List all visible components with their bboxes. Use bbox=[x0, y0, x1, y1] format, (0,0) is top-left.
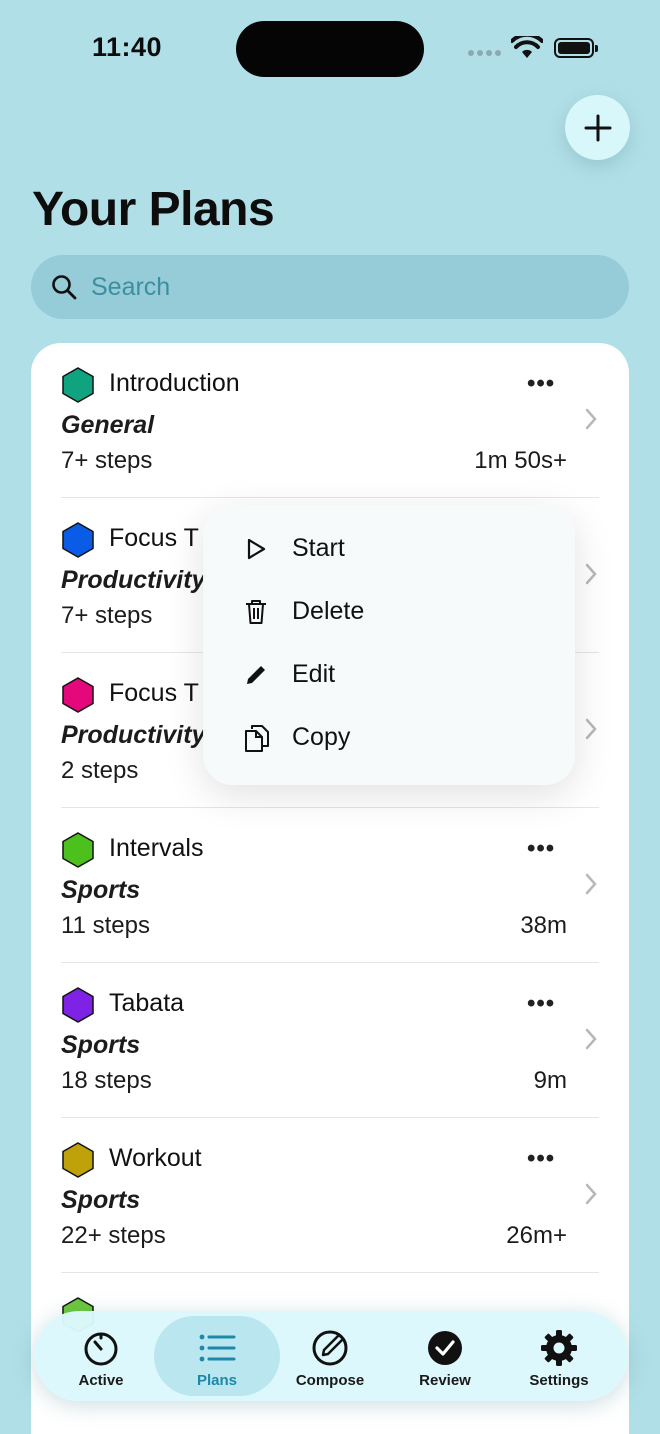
plan-name: Intervals bbox=[109, 834, 204, 862]
chevron-right-icon bbox=[585, 408, 597, 430]
tab-label: Plans bbox=[196, 1372, 238, 1389]
plan-category: Sports bbox=[61, 876, 141, 904]
hexagon-icon bbox=[62, 832, 94, 868]
plan-duration: 9m bbox=[533, 1067, 567, 1094]
plan-steps: 22+ steps bbox=[61, 1222, 166, 1249]
chevron-right-icon bbox=[585, 1028, 597, 1050]
status-time: 11:40 bbox=[92, 32, 163, 62]
menu-item-copy[interactable]: Copy bbox=[203, 706, 575, 769]
tab-label: Compose bbox=[295, 1372, 365, 1389]
plan-row[interactable]: Tabata ••• Sports 18 steps 9m bbox=[31, 963, 629, 1118]
tab-label: Review bbox=[419, 1372, 471, 1389]
hexagon-icon bbox=[62, 677, 94, 713]
plan-name: Introduction bbox=[109, 369, 240, 397]
plan-steps: 11 steps bbox=[61, 912, 150, 939]
checkmark-circle-icon bbox=[428, 1331, 462, 1365]
chevron-right-icon bbox=[585, 563, 597, 585]
timer-icon bbox=[84, 1332, 118, 1366]
plan-row[interactable]: Introduction ••• General 7+ steps 1m 50s… bbox=[31, 343, 629, 498]
chevron-right-icon bbox=[585, 1183, 597, 1205]
plan-name: Focus T bbox=[109, 679, 199, 707]
menu-item-label: Delete bbox=[292, 597, 365, 625]
wifi-icon bbox=[510, 32, 544, 65]
plan-row[interactable]: Workout ••• Sports 22+ steps 26m+ bbox=[31, 1118, 629, 1273]
plan-category: Sports bbox=[61, 1031, 141, 1059]
hexagon-icon bbox=[62, 1142, 94, 1178]
tab-settings[interactable]: Settings bbox=[500, 1316, 618, 1396]
plan-row[interactable]: Intervals ••• Sports 11 steps 38m bbox=[31, 808, 629, 963]
plan-name: Focus T bbox=[109, 524, 199, 552]
list-icon bbox=[199, 1334, 236, 1362]
plus-icon bbox=[584, 114, 611, 141]
tab-plans[interactable]: Plans bbox=[154, 1316, 280, 1396]
cellular-signal-icon bbox=[468, 50, 501, 56]
plan-duration: 38m bbox=[520, 912, 567, 939]
tab-review[interactable]: Review bbox=[386, 1316, 504, 1396]
pencil-icon bbox=[247, 665, 265, 684]
trash-icon bbox=[246, 599, 266, 624]
hexagon-icon bbox=[62, 987, 94, 1023]
menu-item-label: Start bbox=[292, 534, 345, 562]
plan-steps: 18 steps bbox=[61, 1067, 152, 1094]
plan-name: Workout bbox=[109, 1144, 202, 1172]
plan-category: General bbox=[61, 411, 155, 439]
more-options-button[interactable]: ••• bbox=[527, 990, 555, 1018]
status-bar: 11:40 bbox=[0, 0, 660, 90]
tab-compose[interactable]: Compose bbox=[271, 1316, 389, 1396]
menu-item-label: Copy bbox=[292, 723, 351, 751]
battery-icon bbox=[554, 38, 598, 58]
menu-item-delete[interactable]: Delete bbox=[203, 580, 575, 643]
menu-item-edit[interactable]: Edit bbox=[203, 643, 575, 706]
hexagon-icon bbox=[62, 367, 94, 403]
plan-duration: 1m 50s+ bbox=[474, 447, 567, 474]
plan-steps: 2 steps bbox=[61, 757, 139, 784]
chevron-right-icon bbox=[585, 718, 597, 740]
chevron-right-icon bbox=[585, 873, 597, 895]
context-menu: Start Delete Edit Copy bbox=[203, 505, 575, 785]
tab-active[interactable]: Active bbox=[42, 1316, 160, 1396]
plan-category: Productivity bbox=[61, 721, 206, 749]
plan-steps: 7+ steps bbox=[61, 602, 153, 629]
plan-duration: 26m+ bbox=[506, 1222, 567, 1249]
dynamic-island bbox=[236, 21, 424, 77]
page-title: Your Plans bbox=[32, 183, 275, 236]
tab-label: Active bbox=[78, 1372, 124, 1389]
plan-category: Productivity bbox=[61, 566, 206, 594]
tab-label: Settings bbox=[529, 1372, 589, 1389]
plan-steps: 7+ steps bbox=[61, 447, 153, 474]
menu-item-label: Edit bbox=[292, 660, 336, 688]
play-icon bbox=[247, 538, 266, 559]
gear-icon bbox=[541, 1330, 577, 1366]
menu-item-start[interactable]: Start bbox=[203, 517, 575, 580]
more-options-button[interactable]: ••• bbox=[527, 370, 555, 398]
plan-category: Sports bbox=[61, 1186, 141, 1214]
hexagon-icon bbox=[62, 522, 94, 558]
add-plan-button[interactable] bbox=[565, 95, 630, 160]
tab-bar: Active Plans Compose Review Settings bbox=[34, 1311, 628, 1401]
copy-icon bbox=[245, 724, 269, 752]
search-icon bbox=[52, 275, 77, 300]
search-input[interactable]: Search bbox=[31, 255, 629, 319]
search-placeholder: Search bbox=[91, 272, 171, 301]
more-options-button[interactable]: ••• bbox=[527, 1145, 555, 1173]
more-options-button[interactable]: ••• bbox=[527, 835, 555, 863]
compose-icon bbox=[312, 1330, 348, 1366]
plan-name: Tabata bbox=[109, 989, 185, 1017]
